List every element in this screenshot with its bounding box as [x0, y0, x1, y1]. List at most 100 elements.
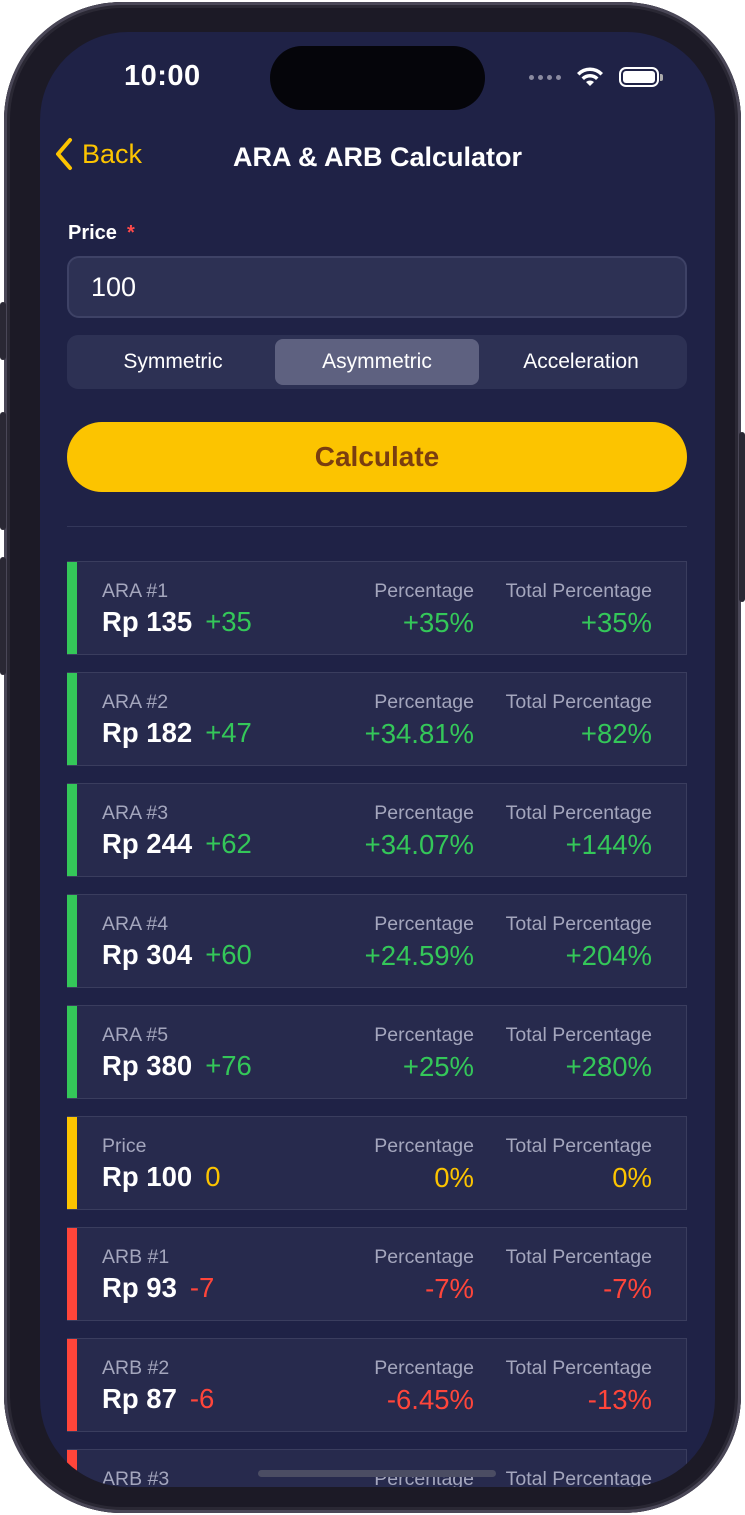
- row-accent-bar: [67, 1450, 77, 1487]
- total-percentage-value: -13%: [587, 1384, 652, 1415]
- row-delta: +35: [205, 606, 252, 637]
- total-percentage-header: Total Percentage: [505, 1468, 652, 1487]
- row-accent-bar: [67, 1228, 77, 1320]
- total-percentage-column: Total Percentage: [506, 1468, 652, 1487]
- status-time: 10:00: [124, 60, 201, 92]
- segment-acceleration[interactable]: Acceleration: [479, 339, 683, 385]
- result-row: ARA #3 Rp 244 +62 Percentage +34.07% Total Pe…: [67, 783, 687, 877]
- percentage-value: -7%: [425, 1273, 474, 1304]
- percentage-column: Percentage +35%: [374, 580, 474, 639]
- row-label: ARB #3: [102, 1468, 170, 1487]
- row-delta: -7: [189, 1272, 215, 1303]
- percentage-header: Percentage: [374, 1135, 474, 1157]
- percentage-header: Percentage: [374, 1024, 474, 1046]
- row-label: ARA #4: [102, 913, 169, 935]
- row-accent-bar: [67, 562, 77, 654]
- total-percentage-header: Total Percentage: [505, 1246, 652, 1268]
- percentage-value: +35%: [402, 607, 474, 638]
- row-label: ARA #1: [102, 580, 169, 602]
- percentage-column: Percentage +25%: [374, 1024, 474, 1083]
- wifi-icon: [577, 67, 603, 86]
- row-price: Rp 182 +47: [102, 717, 252, 749]
- calculate-button[interactable]: Calculate: [67, 422, 687, 492]
- percentage-column: Percentage +24.59%: [365, 913, 474, 972]
- row-label: ARB #1: [102, 1246, 170, 1268]
- percentage-header: Percentage: [374, 913, 474, 935]
- row-price-text: Rp 380: [102, 1050, 193, 1081]
- row-price-text: Rp 182: [102, 717, 193, 748]
- row-price-text: Rp 100: [102, 1161, 193, 1192]
- total-percentage-value: 0%: [612, 1162, 652, 1193]
- result-row: ARB #2 Rp 87 -6 Percentage -6.45% Total Perce…: [67, 1338, 687, 1432]
- segment-symmetric[interactable]: Symmetric: [71, 339, 275, 385]
- price-input[interactable]: [67, 256, 687, 318]
- total-percentage-column: Total Percentage -7%: [506, 1246, 652, 1305]
- percentage-value: +25%: [402, 1051, 474, 1082]
- total-percentage-column: Total Percentage +204%: [506, 913, 652, 972]
- percentage-header: Percentage: [374, 580, 474, 602]
- total-percentage-value: +82%: [580, 718, 652, 749]
- volume-down-button: [0, 557, 6, 675]
- percentage-column: Percentage -6.45%: [374, 1357, 474, 1416]
- row-accent-bar: [67, 673, 77, 765]
- total-percentage-column: Total Percentage +144%: [506, 802, 652, 861]
- percentage-header: Percentage: [374, 802, 474, 824]
- row-price: Rp 380 +76: [102, 1050, 252, 1082]
- row-accent-bar: [67, 1006, 77, 1098]
- cellular-signal-icon: [529, 74, 561, 80]
- phone-frame: 10:00 Back ARA & ARB Calculator Price *: [0, 2, 745, 1513]
- total-percentage-header: Total Percentage: [505, 580, 652, 602]
- price-field-label: Price *: [68, 222, 135, 245]
- row-label: ARA #3: [102, 802, 169, 824]
- percentage-column: Percentage -7%: [374, 1246, 474, 1305]
- total-percentage-header: Total Percentage: [505, 691, 652, 713]
- percentage-header: Percentage: [374, 691, 474, 713]
- result-row: ARA #1 Rp 135 +35 Percentage +35% Total Perce…: [67, 561, 687, 655]
- row-label: ARA #5: [102, 1024, 169, 1046]
- row-accent-bar: [67, 1339, 77, 1431]
- row-delta: +47: [205, 717, 252, 748]
- results-list: ARA #1 Rp 135 +35 Percentage +35% Total Perce…: [67, 561, 687, 1487]
- row-price: Rp 304 +60: [102, 939, 252, 971]
- row-delta: 0: [205, 1161, 221, 1192]
- row-price-text: Rp 135: [102, 606, 193, 637]
- total-percentage-value: -7%: [603, 1273, 652, 1304]
- divider: [67, 526, 687, 527]
- row-price-text: Rp 87: [102, 1383, 177, 1414]
- total-percentage-value: +144%: [565, 829, 652, 860]
- total-percentage-column: Total Percentage 0%: [506, 1135, 652, 1194]
- result-row: ARA #5 Rp 380 +76 Percentage +25% Total Perce…: [67, 1005, 687, 1099]
- row-delta: +60: [205, 939, 252, 970]
- row-price-text: Rp 304: [102, 939, 193, 970]
- result-row: ARB #1 Rp 93 -7 Percentage -7% Total Percenta…: [67, 1227, 687, 1321]
- price-label-text: Price: [68, 222, 117, 244]
- total-percentage-header: Total Percentage: [505, 802, 652, 824]
- row-label: Price: [102, 1135, 147, 1157]
- result-row: ARA #2 Rp 182 +47 Percentage +34.81% Total Pe…: [67, 672, 687, 766]
- row-price: Rp 244 +62: [102, 828, 252, 860]
- percentage-column: Percentage +34.81%: [365, 691, 474, 750]
- total-percentage-column: Total Percentage +280%: [506, 1024, 652, 1083]
- page-title: ARA & ARB Calculator: [232, 142, 523, 172]
- total-percentage-header: Total Percentage: [505, 1357, 652, 1379]
- percentage-column: Percentage +34.07%: [365, 802, 474, 861]
- total-percentage-value: +35%: [580, 607, 652, 638]
- percentage-value: -6.45%: [386, 1384, 474, 1415]
- segment-asymmetric[interactable]: Asymmetric: [275, 339, 479, 385]
- percentage-value: 0%: [434, 1162, 474, 1193]
- percentage-column: Percentage 0%: [374, 1135, 474, 1194]
- total-percentage-header: Total Percentage: [505, 1024, 652, 1046]
- total-percentage-column: Total Percentage +35%: [506, 580, 652, 639]
- percentage-value: +34.81%: [364, 718, 474, 749]
- total-percentage-column: Total Percentage +82%: [506, 691, 652, 750]
- home-indicator: [258, 1470, 496, 1477]
- total-percentage-column: Total Percentage -13%: [506, 1357, 652, 1416]
- total-percentage-value: +280%: [565, 1051, 652, 1082]
- volume-up-button: [0, 412, 6, 530]
- required-marker: *: [126, 222, 135, 244]
- row-price: Rp 135 +35: [102, 606, 252, 638]
- row-price-text: Rp 93: [102, 1272, 177, 1303]
- mode-segmented-control: Symmetric Asymmetric Acceleration: [67, 335, 687, 389]
- row-delta: +62: [205, 828, 252, 859]
- row-delta: -6: [189, 1383, 215, 1414]
